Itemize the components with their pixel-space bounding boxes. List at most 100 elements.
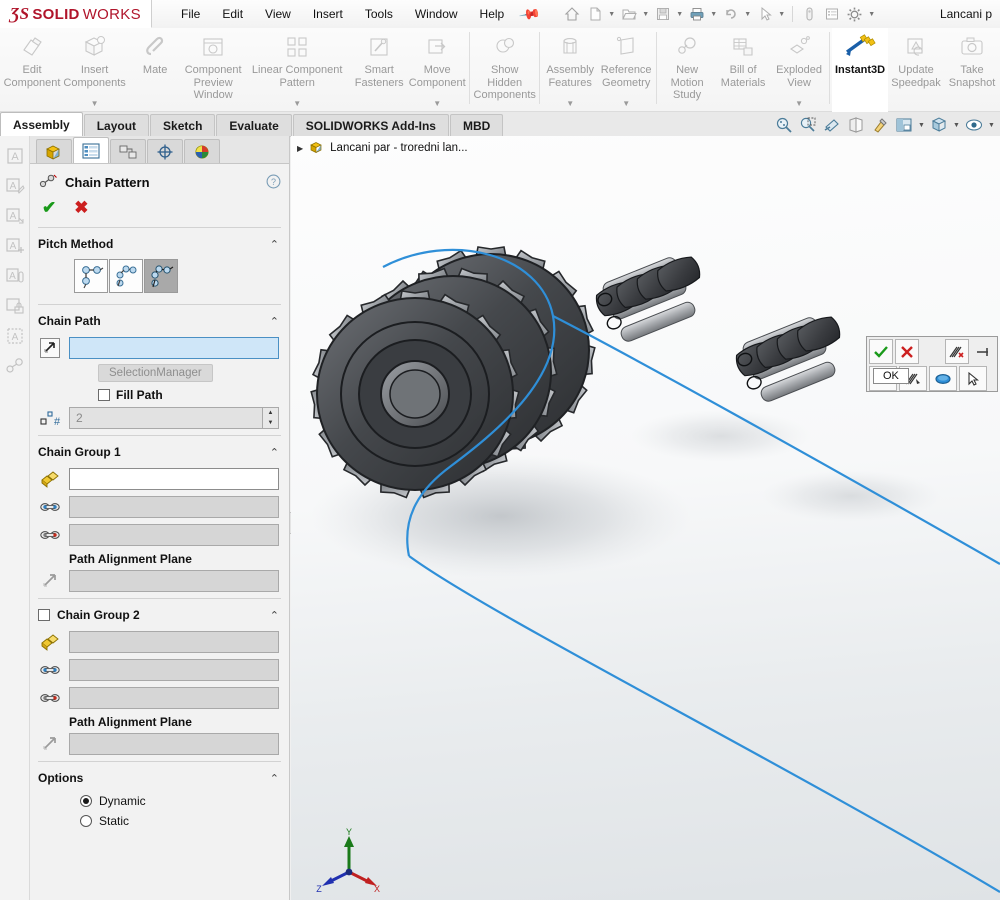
- confirm-ok-icon[interactable]: [869, 339, 893, 364]
- chain-group-2-checkbox[interactable]: [38, 609, 50, 621]
- solidworks-logo-tab[interactable]: ƷS SOLID WORKS: [0, 0, 152, 28]
- menu-item-insert[interactable]: Insert: [302, 3, 354, 25]
- menu-item-window[interactable]: Window: [404, 3, 469, 25]
- annotation-add-icon[interactable]: A: [5, 236, 25, 256]
- select-arrow-icon[interactable]: [754, 3, 776, 25]
- green-check-icon[interactable]: ✔: [42, 199, 56, 216]
- chevron-up-icon[interactable]: ⌃: [270, 772, 279, 785]
- edit-appearance-icon[interactable]: [869, 115, 891, 135]
- option-dynamic-row[interactable]: Dynamic: [30, 791, 289, 811]
- undo-caret-icon[interactable]: ▼: [743, 11, 753, 18]
- chevron-down-icon[interactable]: ▼: [91, 99, 99, 112]
- annotation-pattern-icon[interactable]: A: [5, 326, 25, 346]
- print-caret-icon[interactable]: ▼: [709, 11, 719, 18]
- ribbon-button-mate[interactable]: Mate: [127, 28, 183, 112]
- chevron-up-icon[interactable]: ⌃: [270, 446, 279, 459]
- help-question-icon[interactable]: ?: [266, 174, 281, 192]
- ribbon-button-move-component[interactable]: Move Component ▼: [407, 28, 467, 112]
- ribbon-button-reference-geometry[interactable]: Reference Geometry ▼: [598, 28, 654, 112]
- instances-spinner[interactable]: ▲ ▼: [262, 408, 278, 428]
- spinner-down-icon[interactable]: ▼: [263, 418, 278, 428]
- annotation-edit-icon[interactable]: A: [5, 176, 25, 196]
- ribbon-button-insert-components[interactable]: Insert Components ▼: [62, 28, 127, 112]
- ribbon-button-component-preview-window[interactable]: Component Preview Window: [183, 28, 243, 112]
- menu-item-view[interactable]: View: [254, 3, 302, 25]
- tab-evaluate[interactable]: Evaluate: [216, 114, 292, 136]
- hide-show-items-icon[interactable]: [963, 115, 985, 135]
- display-style-icon[interactable]: [928, 115, 950, 135]
- select-closed-loop-icon[interactable]: [929, 366, 957, 391]
- tab-assembly[interactable]: Assembly: [0, 112, 83, 136]
- ribbon-button-take-snapshot[interactable]: Take Snapshot: [944, 28, 1000, 112]
- pitch-method-distance[interactable]: [74, 259, 108, 293]
- graphics-viewport[interactable]: ▶ Lancani par - troredni lan... OK Y X Z: [291, 136, 1000, 900]
- configuration-manager-tab[interactable]: [110, 139, 146, 163]
- components-to-pattern-field[interactable]: [69, 468, 279, 490]
- chain-pattern-icon[interactable]: [5, 356, 25, 376]
- chevron-up-icon[interactable]: ⌃: [270, 315, 279, 328]
- zoom-to-fit-icon[interactable]: [773, 115, 795, 135]
- hide-show-caret-icon[interactable]: ▼: [987, 122, 996, 129]
- selection-manager-button[interactable]: SelectionManager: [98, 364, 213, 382]
- menu-item-help[interactable]: Help: [469, 3, 516, 25]
- display-manager-tab[interactable]: [184, 139, 220, 163]
- open-caret-icon[interactable]: ▼: [641, 11, 651, 18]
- annotation-link-icon[interactable]: A: [5, 266, 25, 286]
- chevron-down-icon[interactable]: ▼: [433, 99, 441, 112]
- pushpin-icon[interactable]: 📌: [518, 2, 542, 26]
- undo-icon[interactable]: [720, 3, 742, 25]
- spinner-up-icon[interactable]: ▲: [263, 408, 278, 418]
- menu-item-tools[interactable]: Tools: [354, 3, 404, 25]
- chevron-down-icon[interactable]: ▼: [795, 99, 803, 112]
- delete-path-icon[interactable]: [945, 339, 969, 364]
- options-caret-icon[interactable]: ▼: [867, 11, 877, 18]
- chain-path-input[interactable]: [69, 337, 279, 359]
- instances-stepper[interactable]: 2 ▲ ▼: [69, 407, 279, 429]
- path-mate-2-field[interactable]: [69, 524, 279, 546]
- section-header-pitch-method[interactable]: Pitch Method ⌃: [30, 231, 289, 257]
- new-document-caret-icon[interactable]: ▼: [607, 11, 617, 18]
- ribbon-button-show-hidden-components[interactable]: Show Hidden Components: [472, 28, 537, 112]
- zoom-to-area-icon[interactable]: [797, 115, 819, 135]
- save-caret-icon[interactable]: ▼: [675, 11, 685, 18]
- radio-dynamic[interactable]: [80, 795, 92, 807]
- apply-scene-icon[interactable]: [893, 115, 915, 135]
- section-view-icon[interactable]: [821, 115, 843, 135]
- gear-icon[interactable]: [844, 3, 866, 25]
- menu-item-edit[interactable]: Edit: [211, 3, 254, 25]
- ribbon-button-smart-fasteners[interactable]: Smart Fasteners: [351, 28, 407, 112]
- ribbon-button-exploded-view[interactable]: Exploded View ▼: [771, 28, 827, 112]
- path-alignment-plane-field[interactable]: [69, 570, 279, 592]
- context-toolbar[interactable]: OK: [866, 336, 998, 392]
- section-header-options[interactable]: Options ⌃: [30, 765, 289, 791]
- ribbon-button-instant3d[interactable]: Instant3D: [832, 28, 889, 112]
- ribbon-button-bill-of-materials[interactable]: Bill of Materials: [715, 28, 771, 112]
- chevron-down-icon[interactable]: ▼: [293, 99, 301, 112]
- section-header-chain-group-2[interactable]: Chain Group 2 ⌃: [30, 602, 289, 628]
- radio-static[interactable]: [80, 815, 92, 827]
- red-x-icon[interactable]: ✖: [74, 199, 88, 216]
- menu-item-file[interactable]: File: [170, 3, 211, 25]
- display-style-caret-icon[interactable]: ▼: [952, 122, 961, 129]
- ribbon-button-update-speedpak[interactable]: Update Speedpak: [888, 28, 944, 112]
- fill-path-row[interactable]: Fill Path: [30, 384, 289, 404]
- path-mate-2-field-2[interactable]: [69, 687, 279, 709]
- path-mate-1-field-2[interactable]: [69, 659, 279, 681]
- ribbon-button-linear-component-pattern[interactable]: Linear Component Pattern ▼: [243, 28, 351, 112]
- open-folder-icon[interactable]: [618, 3, 640, 25]
- ribbon-button-edit-component[interactable]: Edit Component: [2, 28, 62, 112]
- home-icon[interactable]: [561, 3, 583, 25]
- apply-scene-caret-icon[interactable]: ▼: [917, 122, 926, 129]
- chevron-down-icon[interactable]: ▼: [566, 99, 574, 112]
- annotation-lock-icon[interactable]: [5, 296, 25, 316]
- new-document-icon[interactable]: [584, 3, 606, 25]
- select-caret-icon[interactable]: ▼: [777, 11, 787, 18]
- feature-manager-tab[interactable]: [36, 139, 72, 163]
- options-list-icon[interactable]: [821, 3, 843, 25]
- tab-mbd[interactable]: MBD: [449, 114, 504, 136]
- cancel-x-icon[interactable]: [895, 339, 919, 364]
- chevron-up-icon[interactable]: ⌃: [270, 238, 279, 251]
- pin-toolbar-icon[interactable]: [971, 339, 995, 364]
- section-header-chain-path[interactable]: Chain Path ⌃: [30, 308, 289, 334]
- pitch-method-component-linkage[interactable]: [109, 259, 143, 293]
